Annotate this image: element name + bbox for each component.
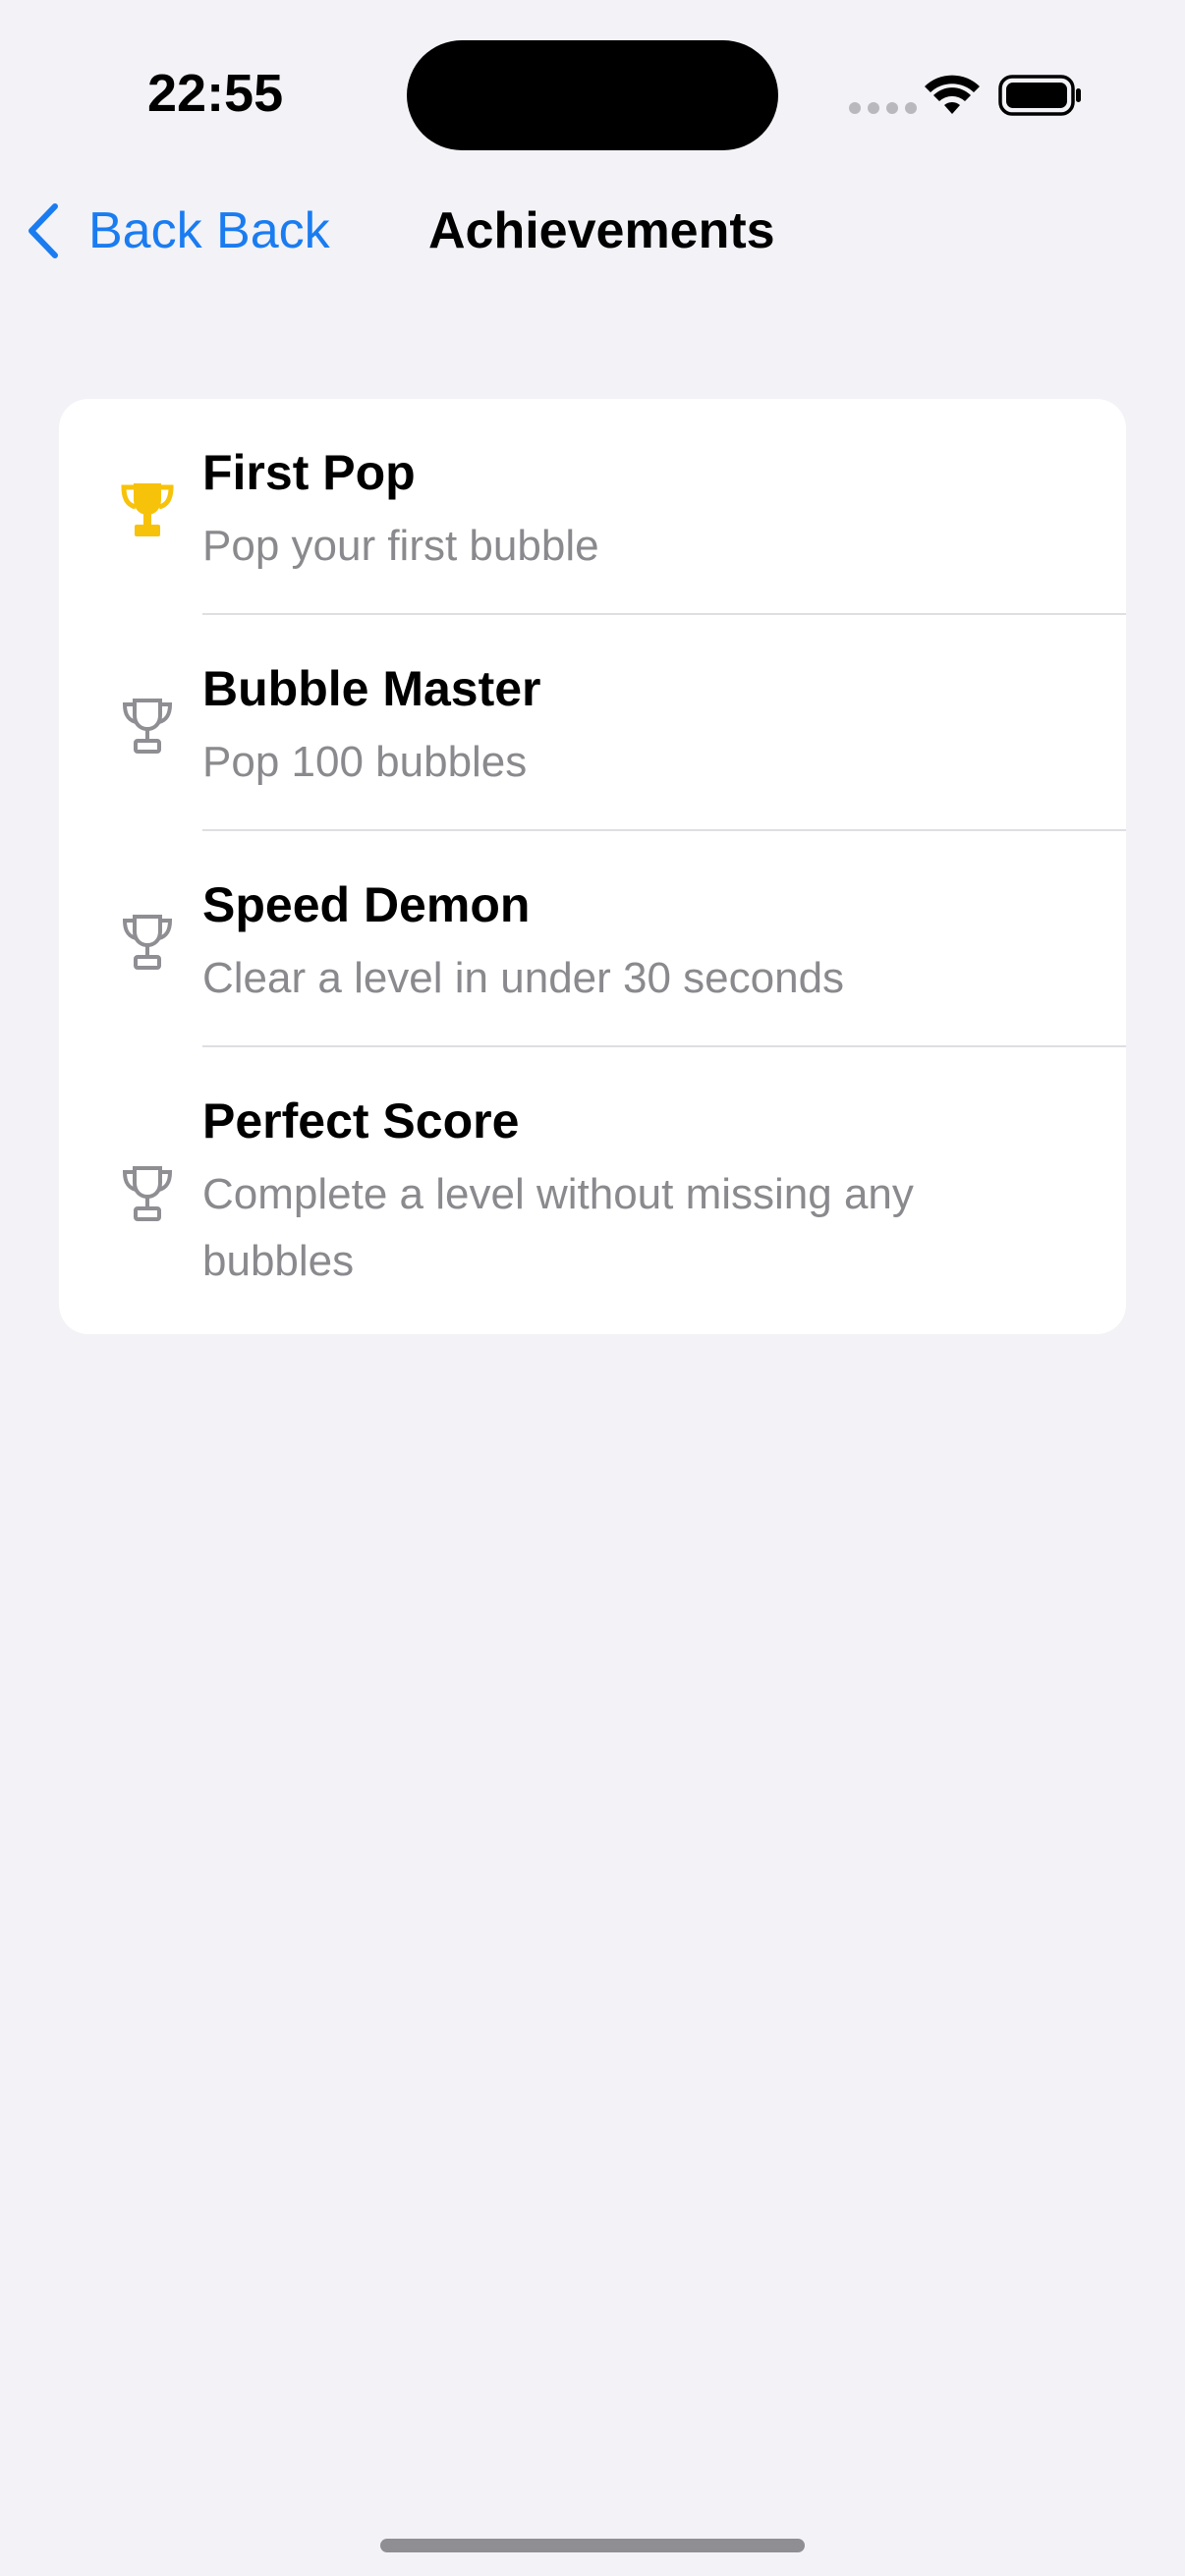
navigation-bar: Back Back Achievements <box>0 187 1185 275</box>
achievement-title: First Pop <box>202 445 416 500</box>
dynamic-island <box>407 40 778 150</box>
page-title: Achievements <box>428 202 775 259</box>
trophy-outline-icon <box>122 699 173 754</box>
achievements-list: First Pop Pop your first bubble Bubble M… <box>59 399 1126 1334</box>
achievement-title: Speed Demon <box>202 877 531 932</box>
wifi-icon <box>925 75 980 114</box>
achievement-row-perfect-score[interactable]: Perfect Score Complete a level without m… <box>59 1047 1126 1334</box>
back-button-label: Back Back <box>88 202 330 259</box>
home-indicator[interactable] <box>380 2539 805 2552</box>
achievement-title: Perfect Score <box>202 1093 520 1148</box>
achievement-row-bubble-master[interactable]: Bubble Master Pop 100 bubbles <box>59 615 1126 831</box>
achievement-description: Pop 100 bubbles <box>202 738 528 786</box>
battery-icon <box>998 75 1081 116</box>
trophy-filled-icon <box>121 483 174 536</box>
achievement-description: Pop your first bubble <box>202 522 599 570</box>
back-button[interactable]: Back Back <box>24 200 330 261</box>
trophy-outline-icon <box>122 915 173 970</box>
trophy-outline-icon <box>122 1166 173 1221</box>
status-bar: 22:55 <box>0 0 1185 187</box>
achievement-row-speed-demon[interactable]: Speed Demon Clear a level in under 30 se… <box>59 831 1126 1047</box>
chevron-left-icon <box>28 203 58 258</box>
achievement-description: Complete a level without missing any bub… <box>202 1170 914 1285</box>
achievement-description: Clear a level in under 30 seconds <box>202 954 845 1002</box>
status-time: 22:55 <box>147 64 284 123</box>
achievement-title: Bubble Master <box>202 661 541 716</box>
achievement-row-first-pop[interactable]: First Pop Pop your first bubble <box>59 399 1126 615</box>
cellular-signal-icon <box>849 102 917 114</box>
